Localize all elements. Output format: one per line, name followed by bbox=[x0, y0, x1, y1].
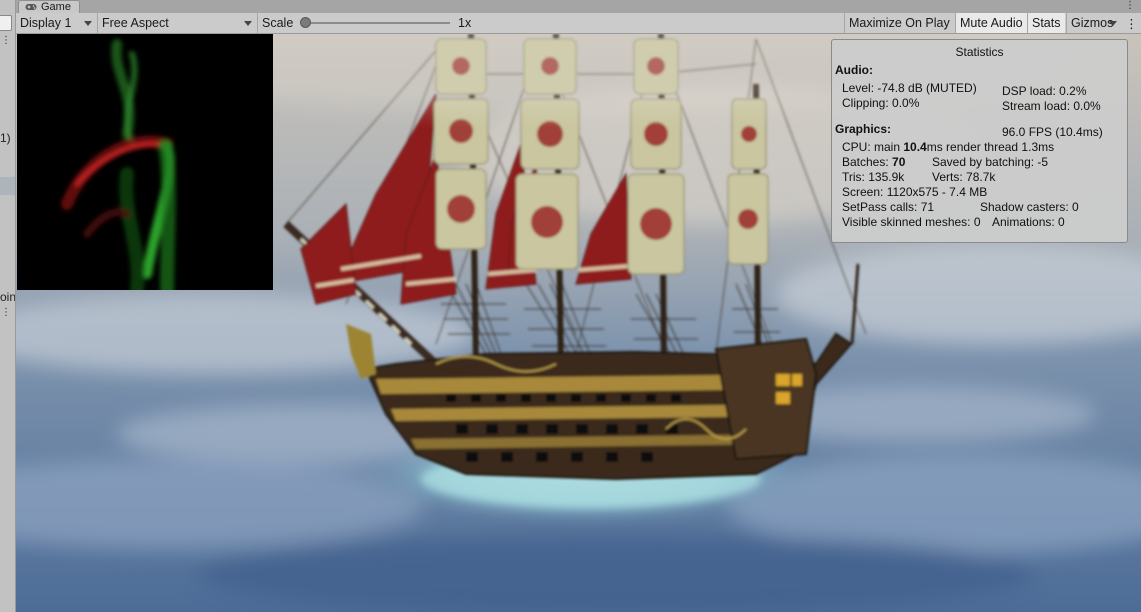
debug-texture-preview bbox=[17, 34, 273, 290]
scale-slider-track[interactable] bbox=[304, 22, 450, 24]
maximize-on-play-button[interactable]: Maximize On Play bbox=[844, 13, 954, 33]
scale-value: 1x bbox=[458, 16, 472, 30]
cpu-times: CPU: main 10.4ms render thread 1.3ms bbox=[842, 140, 1054, 155]
graphics-header: Graphics: bbox=[835, 122, 892, 136]
game-view[interactable]: Statistics Audio: Level: -74.8 dB (MUTED… bbox=[16, 34, 1141, 612]
setpass-calls: SetPass calls: 71 bbox=[842, 200, 935, 214]
display-dropdown-value: Display 1 bbox=[20, 16, 72, 30]
audio-clipping: Clipping: 0.0% bbox=[842, 96, 920, 110]
kebab-menu-icon[interactable]: ⋮ bbox=[1125, 0, 1135, 12]
chevron-down-icon bbox=[244, 21, 252, 26]
mute-audio-button[interactable]: Mute Audio bbox=[955, 13, 1027, 33]
cpu-main-value: 10.4 bbox=[903, 140, 927, 154]
dsp-load: DSP load: 0.2% bbox=[1002, 84, 1087, 98]
panel-text-fragment: 1) bbox=[0, 131, 11, 145]
stats-button[interactable]: Stats bbox=[1027, 13, 1065, 33]
gizmos-label: Gizmos bbox=[1071, 16, 1114, 30]
motion-vector-image bbox=[17, 34, 273, 290]
statistics-title: Statistics bbox=[955, 45, 1004, 59]
panel-menu-icon[interactable]: ⋮ bbox=[1, 308, 11, 318]
audio-level: Level: -74.8 dB (MUTED) bbox=[842, 81, 977, 95]
scale-label: Scale bbox=[262, 16, 294, 30]
batches-prefix: Batches: bbox=[842, 155, 893, 169]
display-dropdown[interactable]: Display 1 bbox=[16, 13, 98, 33]
cpu-prefix: CPU: main bbox=[842, 140, 904, 154]
left-panel-strip: ⋮ 1) oin ⋮ bbox=[0, 0, 16, 612]
shadow-casters: Shadow casters: 0 bbox=[980, 200, 1079, 214]
chevron-down-icon bbox=[1109, 21, 1117, 26]
panel-menu-icon[interactable]: ⋮ bbox=[1, 36, 11, 46]
stream-load: Stream load: 0.0% bbox=[1002, 99, 1101, 113]
batches-value: 70 bbox=[892, 155, 906, 169]
scale-slider-thumb[interactable] bbox=[300, 17, 311, 28]
statistics-panel: Statistics Audio: Level: -74.8 dB (MUTED… bbox=[831, 39, 1128, 243]
panel-text-fragment: oin bbox=[0, 290, 16, 304]
fps-readout: 96.0 FPS (10.4ms) bbox=[1002, 125, 1103, 139]
panel-selected-row[interactable] bbox=[0, 177, 15, 195]
panel-checkbox[interactable] bbox=[0, 15, 12, 31]
kebab-menu-icon[interactable]: ⋮ bbox=[1122, 13, 1141, 33]
aspect-dropdown-value: Free Aspect bbox=[102, 16, 169, 30]
skinned-meshes: Visible skinned meshes: 0 bbox=[842, 215, 981, 229]
tab-title: Game bbox=[41, 0, 71, 13]
gamepad-icon bbox=[25, 4, 37, 10]
scale-control: Scale 1x bbox=[258, 13, 488, 33]
audio-header: Audio: bbox=[835, 63, 873, 77]
animations-count: Animations: 0 bbox=[992, 215, 1065, 229]
screen-info: Screen: 1120x575 - 7.4 MB bbox=[842, 185, 988, 199]
tab-bar: Game ⋮ bbox=[16, 0, 1141, 13]
tris-count: Tris: 135.9k bbox=[842, 170, 905, 184]
saved-by-batching: Saved by batching: -5 bbox=[932, 155, 1049, 169]
batches: Batches: 70 bbox=[842, 155, 905, 170]
gizmos-dropdown[interactable]: Gizmos bbox=[1066, 13, 1122, 33]
game-toolbar: Display 1 Free Aspect Scale 1x Maximize … bbox=[16, 13, 1141, 34]
aspect-dropdown[interactable]: Free Aspect bbox=[98, 13, 258, 33]
verts-count: Verts: 78.7k bbox=[932, 170, 996, 184]
chevron-down-icon bbox=[84, 21, 92, 26]
tab-game[interactable]: Game bbox=[18, 0, 80, 13]
cpu-suffix: ms render thread 1.3ms bbox=[926, 140, 1055, 154]
